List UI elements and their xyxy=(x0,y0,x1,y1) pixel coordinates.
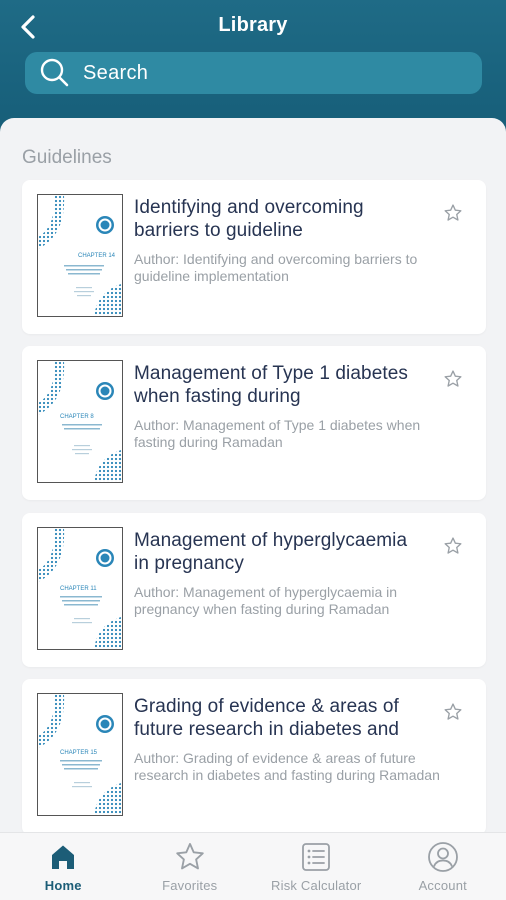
book-cover: CHAPTER 8 xyxy=(37,360,123,483)
guideline-card[interactable]: CHAPTER 14 Identifying and overcoming ba… xyxy=(22,180,486,334)
guideline-title: Management of Type 1 diabetes when fasti… xyxy=(134,363,409,407)
tab-favorites[interactable]: Favorites xyxy=(127,833,254,900)
book-cover: CHAPTER 14 xyxy=(37,194,123,317)
favorite-button[interactable] xyxy=(442,202,464,224)
guideline-title: Identifying and overcoming barriers to g… xyxy=(134,197,364,241)
guideline-author: Author: Identifying and overcoming barri… xyxy=(134,251,418,284)
book-cover: CHAPTER 11 xyxy=(37,527,123,650)
search-icon xyxy=(40,58,69,87)
home-icon xyxy=(47,841,79,873)
tab-label: Risk Calculator xyxy=(271,878,362,893)
tab-label: Favorites xyxy=(162,878,218,893)
star-icon xyxy=(174,841,206,873)
search-bar[interactable] xyxy=(25,52,482,94)
favorite-button[interactable] xyxy=(442,701,464,723)
cover-pattern: CHAPTER 15 xyxy=(38,694,122,815)
star-outline-icon xyxy=(444,204,462,221)
cover-chapter: CHAPTER 8 xyxy=(60,414,94,420)
list-icon xyxy=(300,841,332,873)
star-outline-icon xyxy=(444,370,462,387)
guideline-author: Author: Grading of evidence & areas of f… xyxy=(134,750,440,783)
user-icon xyxy=(427,841,459,873)
guideline-card[interactable]: CHAPTER 11 Management of hyperglycaemia … xyxy=(22,513,486,667)
tab-risk-calculator[interactable]: Risk Calculator xyxy=(253,833,380,900)
section-title: Guidelines xyxy=(22,147,112,168)
star-outline-icon xyxy=(444,537,462,554)
favorite-button[interactable] xyxy=(442,535,464,557)
book-cover: CHAPTER 15 xyxy=(37,693,123,816)
library-content: Guidelines CHAPTER 14 Identifying and ov… xyxy=(0,118,506,858)
tab-label: Home xyxy=(44,878,82,893)
guideline-author: Author: Management of hyperglycaemia in … xyxy=(134,584,398,617)
tab-label: Account xyxy=(418,878,467,893)
cover-pattern: CHAPTER 14 xyxy=(38,195,122,316)
cover-chapter: CHAPTER 14 xyxy=(78,253,116,259)
guideline-title: Grading of evidence & areas of future re… xyxy=(134,696,400,740)
guideline-card[interactable]: CHAPTER 8 Management of Type 1 diabetes … xyxy=(22,346,486,500)
cover-chapter: CHAPTER 11 xyxy=(60,586,97,592)
favorite-button[interactable] xyxy=(442,368,464,390)
search-input[interactable] xyxy=(83,61,443,85)
tab-home[interactable]: Home xyxy=(0,833,127,900)
tab-account[interactable]: Account xyxy=(380,833,506,900)
page-title: Library xyxy=(218,14,288,36)
cover-chapter: CHAPTER 15 xyxy=(60,750,98,756)
guideline-card[interactable]: CHAPTER 15 Grading of evidence & areas o… xyxy=(22,679,486,835)
cover-pattern: CHAPTER 11 xyxy=(38,528,122,649)
star-outline-icon xyxy=(444,703,462,720)
guideline-title: Management of hyperglycaemia in pregnanc… xyxy=(134,530,408,574)
cover-pattern: CHAPTER 8 xyxy=(38,361,122,482)
bottom-tab-bar: Home Favorites Risk Calculator Account xyxy=(0,832,506,900)
guideline-author: Author: Management of Type 1 diabetes wh… xyxy=(134,417,421,450)
